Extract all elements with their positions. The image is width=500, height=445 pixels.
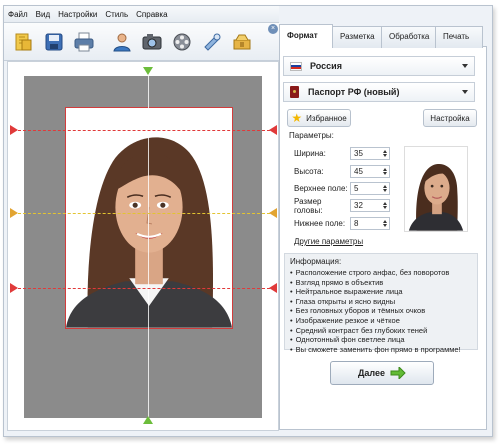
eye-guide-line[interactable] <box>18 213 270 214</box>
list-item: Расположение строго анфас, без поворотов <box>290 268 472 278</box>
arrow-right-icon <box>390 367 406 379</box>
param-head-size: Размер головы: 32 <box>294 197 390 215</box>
list-item: Вы сможете заменить фон прямо в программ… <box>290 345 472 355</box>
next-button[interactable]: Далее <box>330 361 434 385</box>
customize-button[interactable]: Настройка <box>423 109 477 127</box>
settings-button[interactable] <box>198 27 225 56</box>
favorites-label: Избранное <box>306 113 347 123</box>
top-margin-stepper[interactable]: 5 <box>350 182 390 195</box>
bottom-margin-stepper[interactable]: 8 <box>350 217 390 230</box>
list-item: Однотонный фон светлее лица <box>290 335 472 345</box>
close-icon[interactable]: × <box>268 24 278 34</box>
person-icon <box>112 33 131 51</box>
info-list: Расположение строго анфас, без поворотов… <box>290 268 472 354</box>
print-button[interactable] <box>70 27 97 56</box>
eye-left-handle[interactable] <box>10 208 18 218</box>
list-item: Без головных уборов и тёмных очков <box>290 306 472 316</box>
info-box: Информация: Расположение строго анфас, б… <box>284 253 478 354</box>
chin-left-handle[interactable] <box>10 283 18 293</box>
top-left-handle[interactable] <box>10 125 18 135</box>
open-button[interactable] <box>10 27 37 56</box>
tab-bar: Формат Разметка Обработка Печать <box>279 24 483 48</box>
chin-guide-line[interactable] <box>18 288 270 289</box>
menu-settings[interactable]: Настройки <box>58 10 97 19</box>
eye-right-handle[interactable] <box>269 208 277 218</box>
star-icon: ★ <box>291 111 303 125</box>
portrait-image <box>66 108 232 328</box>
top-center-handle[interactable] <box>143 67 153 75</box>
info-title: Информация: <box>290 257 342 266</box>
save-icon <box>45 33 62 50</box>
document-type-select[interactable]: Паспорт РФ (новый) <box>283 82 475 102</box>
print-icon <box>74 32 93 51</box>
tab-markup[interactable]: Разметка <box>332 26 382 48</box>
country-select[interactable]: Россия <box>283 56 475 76</box>
param-width: Ширина: 35 <box>294 147 390 160</box>
sample-photo-thumbnail <box>404 146 468 232</box>
menu-bar: Файл Вид Настройки Стиль Справка <box>4 6 279 23</box>
settings-icon <box>203 33 220 51</box>
save-button[interactable] <box>40 27 67 56</box>
person-button[interactable] <box>108 27 135 56</box>
portrait-photo[interactable] <box>65 107 233 329</box>
head-size-stepper[interactable]: 32 <box>350 199 390 212</box>
chin-right-handle[interactable] <box>269 283 277 293</box>
menu-file[interactable]: Файл <box>8 10 28 19</box>
height-stepper[interactable]: 45 <box>350 165 390 178</box>
document-type-value: Паспорт РФ (новый) <box>308 87 400 97</box>
tab-format[interactable]: Формат <box>279 24 333 48</box>
tab-print[interactable]: Печать <box>435 26 483 48</box>
bottom-center-handle[interactable] <box>143 416 153 424</box>
favorites-button[interactable]: ★ Избранное <box>287 109 351 127</box>
camera-button[interactable] <box>138 27 165 56</box>
param-bottom-margin: Нижнее поле: 8 <box>294 217 390 230</box>
more-params-link[interactable]: Другие параметры <box>294 237 363 246</box>
center-guide-line <box>148 72 149 424</box>
photo-canvas[interactable] <box>7 61 279 431</box>
wrench-button[interactable] <box>228 27 255 56</box>
params-title: Параметры: <box>289 131 334 140</box>
menu-help[interactable]: Справка <box>136 10 167 19</box>
list-item: Глаза открыты и ясно видны <box>290 297 472 307</box>
country-value: Россия <box>310 61 342 71</box>
open-icon <box>15 33 31 50</box>
top-right-handle[interactable] <box>269 125 277 135</box>
list-item: Изображение резкое и чёткое <box>290 316 472 326</box>
menu-style[interactable]: Стиль <box>105 10 128 19</box>
film-icon <box>173 33 190 50</box>
wrench-icon <box>233 34 250 49</box>
russia-flag-icon <box>290 61 302 71</box>
list-item: Нейтральное выражение лица <box>290 287 472 297</box>
film-button[interactable] <box>168 27 195 56</box>
chevron-down-icon <box>462 90 468 94</box>
passport-icon <box>290 86 299 98</box>
sample-portrait-image <box>405 147 467 231</box>
width-stepper[interactable]: 35 <box>350 147 390 160</box>
tab-processing[interactable]: Обработка <box>381 26 436 48</box>
param-height: Высота: 45 <box>294 165 390 178</box>
list-item: Взгляд прямо в объектив <box>290 278 472 288</box>
param-top-margin: Верхнее поле: 5 <box>294 182 390 195</box>
next-label: Далее <box>357 368 386 378</box>
camera-icon <box>142 33 161 49</box>
top-guide-line[interactable] <box>18 130 270 131</box>
menu-view[interactable]: Вид <box>36 10 50 19</box>
toolbar: × <box>4 23 280 61</box>
list-item: Средний контраст без глубоких теней <box>290 326 472 336</box>
chevron-down-icon <box>462 64 468 68</box>
